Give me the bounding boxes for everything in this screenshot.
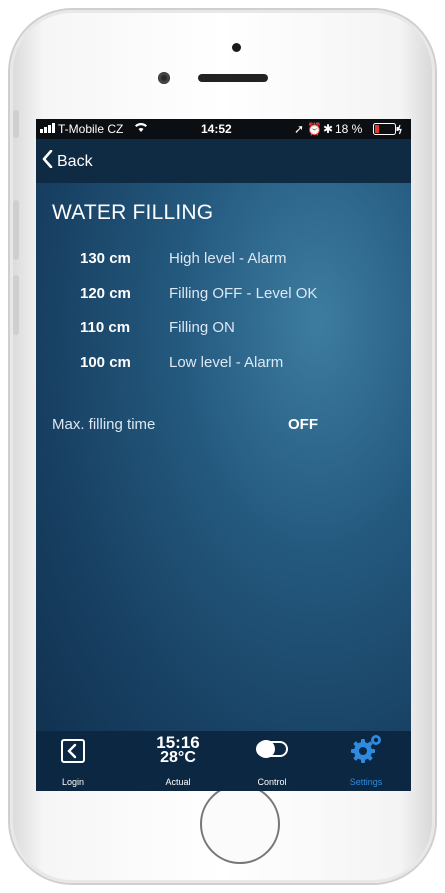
tab-login[interactable]: Login [44, 731, 102, 791]
level-row: 100 cm Low level - Alarm [36, 354, 411, 378]
front-camera [158, 72, 170, 84]
tab-label: Control [257, 777, 287, 787]
actual-temperature: 28°C [160, 749, 196, 766]
max-filling-time-label: Max. filling time [52, 416, 156, 433]
max-filling-time-value[interactable]: OFF [288, 416, 318, 433]
earpiece-speaker [198, 74, 268, 82]
signal-icon [40, 122, 56, 136]
mute-switch [13, 110, 19, 138]
carrier-label: T-Mobile CZ [58, 122, 124, 136]
level-row: 110 cm Filling ON [36, 319, 411, 343]
level-value: 130 cm [80, 250, 131, 267]
alarm-icon: ⏰ [307, 122, 322, 136]
tab-label: Login [61, 777, 85, 787]
back-label: Back [57, 152, 93, 170]
clock: 14:52 [201, 122, 232, 136]
level-value: 110 cm [80, 319, 131, 336]
tab-label: Settings [349, 777, 383, 787]
level-row: 130 cm High level - Alarm [36, 250, 411, 274]
bluetooth-icon: ✱ [323, 122, 334, 136]
tab-bar: Login 15:16 28°C Actual Control Settings [36, 731, 411, 791]
home-button[interactable] [200, 784, 280, 864]
level-row: 120 cm Filling OFF - Level OK [36, 285, 411, 309]
toggle-icon [256, 740, 288, 758]
app-screen: T-Mobile CZ 14:52 ➚ ⏰ ✱ 18 % Back WATER … [36, 119, 411, 791]
chevron-left-icon [42, 149, 53, 173]
level-description: Filling OFF - Level OK [169, 285, 318, 302]
location-icon: ➚ [294, 122, 305, 136]
level-description: Low level - Alarm [169, 354, 284, 371]
tab-settings[interactable]: Settings [334, 731, 398, 791]
status-bar: T-Mobile CZ 14:52 ➚ ⏰ ✱ 18 % [36, 119, 411, 139]
level-value: 100 cm [80, 354, 131, 371]
max-filling-time-row[interactable]: Max. filling time OFF [52, 416, 392, 440]
wifi-icon [134, 121, 148, 136]
proximity-sensor [232, 43, 241, 52]
page-title: WATER FILLING [52, 201, 214, 224]
level-value: 120 cm [80, 285, 131, 302]
battery-percent: 18 % [335, 122, 363, 136]
battery-icon [373, 123, 403, 138]
level-description: Filling ON [169, 319, 235, 336]
gear-icon [350, 733, 384, 770]
volume-up-button [13, 200, 19, 260]
navigation-bar: Back [36, 139, 411, 183]
level-description: High level - Alarm [169, 250, 287, 267]
tab-actual[interactable]: 15:16 28°C Actual [146, 731, 210, 791]
back-arrow-icon [61, 739, 85, 763]
volume-down-button [13, 275, 19, 335]
tab-label: Actual [165, 777, 191, 787]
tab-control[interactable]: Control [242, 731, 302, 791]
actual-time: 15:16 [156, 733, 200, 752]
back-button[interactable]: Back [42, 149, 93, 173]
